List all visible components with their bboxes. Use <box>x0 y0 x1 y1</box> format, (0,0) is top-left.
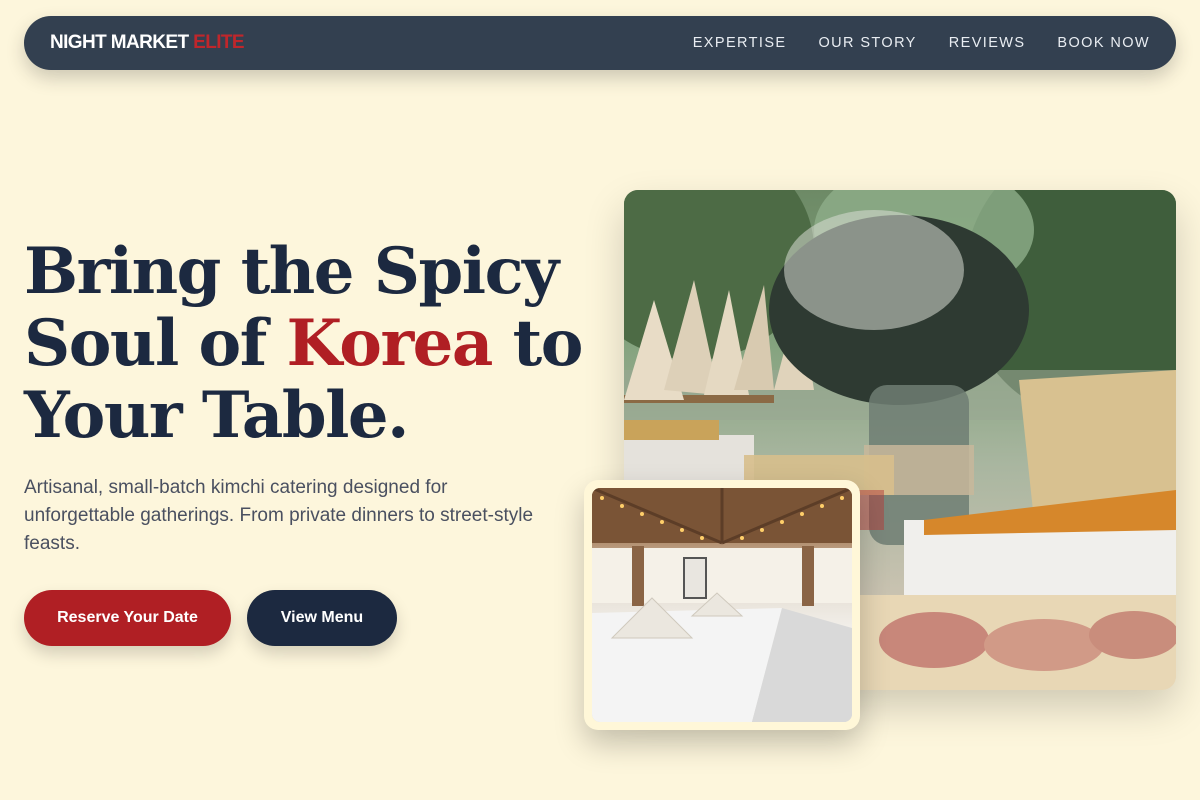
view-menu-button[interactable]: View Menu <box>247 590 397 646</box>
hero-headline: Bring the Spicy Soul of Korea to Your Ta… <box>24 236 624 452</box>
hero-secondary-photo <box>592 488 852 722</box>
hero-subtext: Artisanal, small-batch kimchi catering d… <box>24 477 534 554</box>
nav-link-our-story[interactable]: OUR STORY <box>818 35 916 51</box>
nav-link-expertise[interactable]: EXPERTISE <box>693 35 787 51</box>
headline-highlight: Korea <box>286 306 494 381</box>
brand-logo[interactable]: NIGHT MARKET ELITE <box>50 32 245 54</box>
reserve-date-button[interactable]: Reserve Your Date <box>24 590 231 646</box>
logo-accent-text: ELITE <box>193 32 244 53</box>
top-navbar: NIGHT MARKET ELITE EXPERTISE OUR STORY R… <box>24 16 1176 70</box>
nav-link-book-now[interactable]: BOOK NOW <box>1057 35 1150 51</box>
hero-secondary-photo-frame <box>584 480 860 730</box>
nav-link-reviews[interactable]: REVIEWS <box>949 35 1026 51</box>
logo-main-text: NIGHT MARKET <box>50 32 189 53</box>
banquet-photo-illustration <box>592 488 852 722</box>
nav-links: EXPERTISE OUR STORY REVIEWS BOOK NOW <box>693 35 1150 51</box>
